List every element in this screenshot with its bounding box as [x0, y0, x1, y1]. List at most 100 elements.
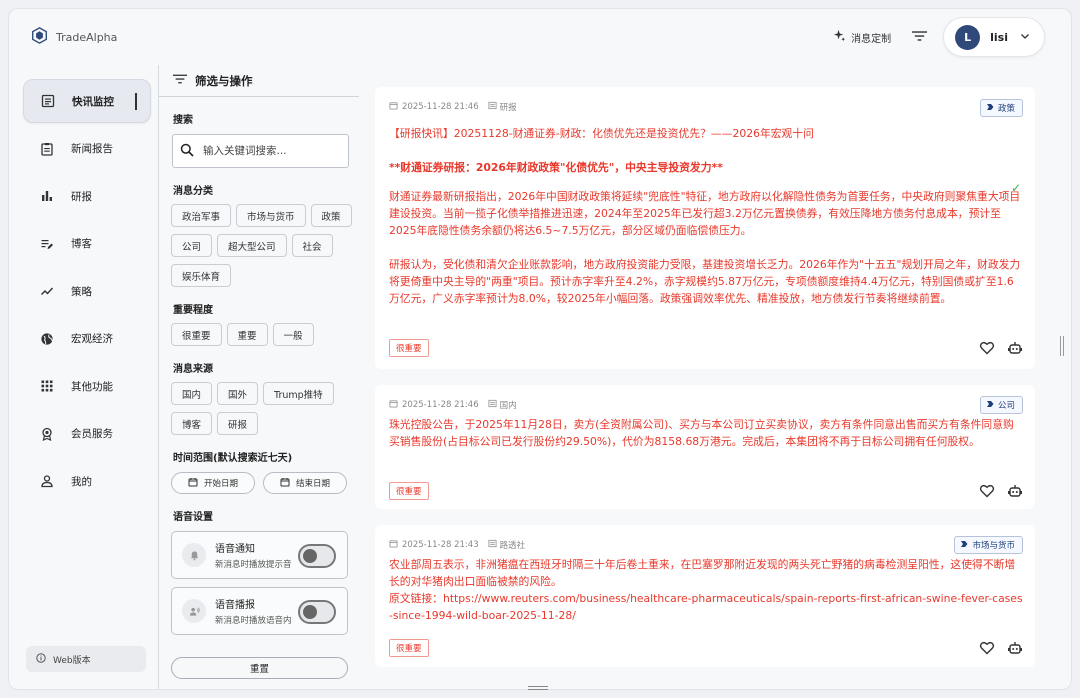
- category-chip[interactable]: 超大型公司: [217, 234, 287, 257]
- sidebar-item-flash-monitor[interactable]: 快讯监控: [23, 79, 151, 123]
- category-chip[interactable]: 政治军事: [171, 204, 232, 227]
- filter-icon: [911, 30, 927, 45]
- feed-scroll-handle[interactable]: [1060, 336, 1064, 356]
- category-chip[interactable]: 市场与货币: [236, 204, 306, 227]
- bar-chart-icon: [39, 188, 55, 204]
- category-chip[interactable]: 娱乐体育: [171, 264, 232, 287]
- importance-badge: 很重要: [389, 639, 429, 657]
- person-icon: [39, 473, 55, 489]
- source-chip[interactable]: 研报: [217, 412, 259, 435]
- source-chip[interactable]: 国外: [217, 382, 259, 405]
- calendar-icon: [389, 399, 398, 411]
- filter-toggle-button[interactable]: [909, 27, 929, 47]
- logo-icon: [31, 27, 48, 47]
- time-range-section-title: 时间范围(默认搜索近七天): [173, 453, 293, 464]
- category-tag-label: 政策: [997, 104, 1015, 114]
- end-date-button[interactable]: 结束日期: [263, 472, 347, 494]
- ai-robot-icon[interactable]: [1007, 640, 1023, 659]
- category-chip[interactable]: 政策: [310, 204, 352, 227]
- document-icon: [40, 93, 56, 109]
- logo[interactable]: TradeAlpha: [31, 27, 117, 47]
- search-input[interactable]: [203, 145, 343, 157]
- sidebar-item-label: 快讯监控: [72, 95, 114, 108]
- calendar-icon: [389, 539, 398, 551]
- sidebar-item-label: 研报: [71, 190, 92, 203]
- date-range: 开始日期 结束日期: [171, 472, 359, 494]
- news-paragraph: 珠光控股公告，于2025年11月28日，卖方(全资附属公司)、买方与本公司订立买…: [389, 418, 1014, 448]
- sparkle-icon: [833, 29, 846, 45]
- bell-icon: [182, 543, 206, 567]
- importance-chip[interactable]: 重要: [226, 323, 268, 346]
- start-date-button[interactable]: 开始日期: [171, 472, 255, 494]
- sidebar-item-membership[interactable]: 会员服务: [23, 412, 151, 456]
- trend-icon: [39, 283, 55, 299]
- category-tag[interactable]: 政策: [979, 99, 1023, 117]
- category-tag[interactable]: 市场与货币: [954, 536, 1023, 554]
- message-customize-button[interactable]: 消息定制: [833, 29, 891, 45]
- info-icon: [36, 652, 46, 666]
- search-icon: [180, 143, 194, 160]
- news-card: 2025-11-28 21:43 路透社 市场与货币 农业部周五表示，非洲猪瘟在…: [375, 525, 1035, 667]
- web-version-badge[interactable]: Web版本: [26, 646, 146, 672]
- ai-robot-icon[interactable]: [1007, 483, 1023, 502]
- calendar-icon: [188, 477, 198, 490]
- source-section-title: 消息来源: [173, 364, 213, 375]
- sidebar-item-news-report[interactable]: 新闻报告: [23, 127, 151, 171]
- news-time: 2025-11-28 21:46: [402, 400, 479, 410]
- search-box[interactable]: [172, 134, 349, 168]
- speaker-person-icon: [182, 599, 206, 623]
- source-chip[interactable]: Trump推特: [263, 382, 334, 405]
- voice-broadcast-toggle[interactable]: [298, 600, 336, 624]
- importance-chip[interactable]: 一般: [272, 323, 314, 346]
- source-icon: [488, 101, 497, 113]
- news-source-link[interactable]: 原文链接：https://www.reuters.com/business/he…: [389, 590, 1023, 624]
- web-version-label: Web版本: [53, 655, 91, 666]
- reset-button[interactable]: 重置: [171, 657, 348, 679]
- news-paragraph: 研报认为，受化债和清欠企业账款影响，地方政府投资能力受限，基建投资增长乏力。20…: [389, 258, 1021, 305]
- resize-grip[interactable]: [528, 686, 548, 690]
- header: TradeAlpha 消息定制 L lisi: [9, 9, 1071, 65]
- source-icon: [488, 539, 497, 551]
- favorite-heart-icon[interactable]: [979, 483, 995, 502]
- importance-badge: 很重要: [389, 339, 429, 357]
- category-tag[interactable]: 公司: [979, 396, 1023, 414]
- favorite-heart-icon[interactable]: [979, 340, 995, 359]
- category-chip[interactable]: 社会: [291, 234, 333, 257]
- user-menu[interactable]: L lisi: [943, 17, 1045, 57]
- category-tag-label: 市场与货币: [972, 541, 1015, 551]
- user-name: lisi: [990, 30, 1008, 44]
- sidebar-item-strategy[interactable]: 策略: [23, 269, 151, 313]
- edit-list-icon: [39, 236, 55, 252]
- source-chip[interactable]: 国内: [171, 382, 213, 405]
- source-chip[interactable]: 博客: [171, 412, 213, 435]
- news-paragraph: 财通证券最新研报指出，2026年中国财政政策将延续"兜底性"特征，地方政府以化解…: [389, 190, 1021, 237]
- news-actions: [979, 340, 1023, 359]
- sidebar-item-macro[interactable]: 宏观经济: [23, 317, 151, 361]
- news-actions: [979, 483, 1023, 502]
- panel-title: 筛选与操作: [195, 73, 253, 88]
- news-paragraph: 农业部周五表示，非洲猪瘟在西班牙时隔三十年后卷土重来，在巴塞罗那附近发现的两头死…: [389, 558, 1016, 588]
- chevron-down-icon: [1020, 30, 1030, 44]
- voice-broadcast-desc: 新消息时播放语音内: [215, 616, 292, 626]
- sidebar-item-research[interactable]: 研报: [23, 174, 151, 218]
- news-meta: 2025-11-28 21:46 国内: [389, 397, 1023, 413]
- sidebar-nav: 快讯监控 新闻报告 研报 博客 策略 宏观经济 其他功能 会员服务 我的: [23, 79, 151, 507]
- voice-notify-desc: 新消息时播放提示音: [215, 560, 292, 570]
- verified-check-icon: ✓: [1010, 181, 1021, 195]
- importance-chip[interactable]: 很重要: [171, 323, 222, 346]
- ai-robot-icon[interactable]: [1007, 340, 1023, 359]
- news-feed: 2025-11-28 21:46 研报 政策 【研报快讯】20251128-财通…: [367, 65, 1043, 689]
- sidebar-item-blog[interactable]: 博客: [23, 222, 151, 266]
- sidebar-item-other[interactable]: 其他功能: [23, 364, 151, 408]
- voice-notify-title: 语音通知: [215, 544, 255, 555]
- news-meta: 2025-11-28 21:46 研报: [389, 99, 1023, 115]
- voice-section-title: 语音设置: [173, 512, 213, 523]
- importance-section-title: 重要程度: [173, 305, 213, 316]
- end-date-label: 结束日期: [295, 479, 330, 489]
- favorite-heart-icon[interactable]: [979, 640, 995, 659]
- voice-notify-toggle[interactable]: [298, 544, 336, 568]
- category-section-title: 消息分类: [173, 186, 213, 197]
- sidebar-item-mine[interactable]: 我的: [23, 459, 151, 503]
- category-chip[interactable]: 公司: [171, 234, 213, 257]
- importance-chips: 很重要 重要 一般: [171, 323, 357, 346]
